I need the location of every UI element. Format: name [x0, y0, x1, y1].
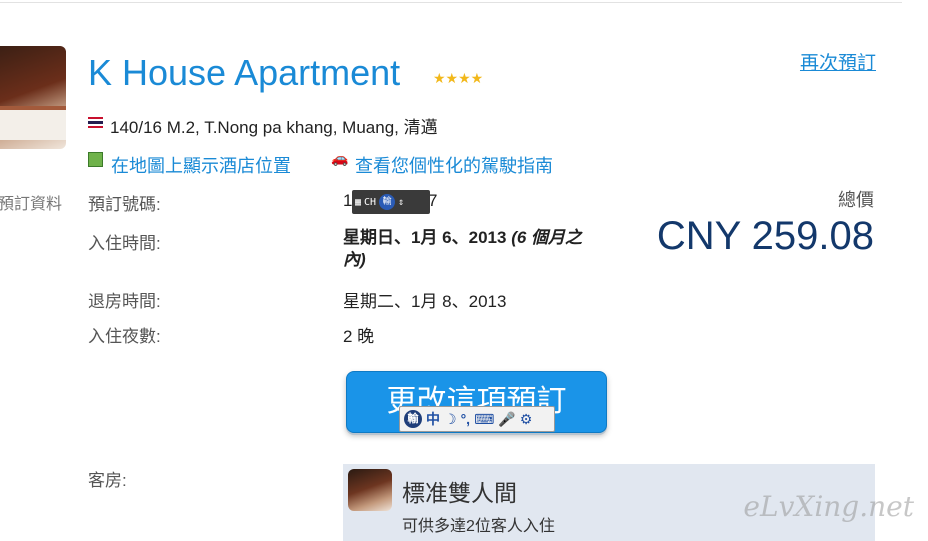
nights-label: 入住夜數:: [88, 327, 161, 346]
ime-punctuation-icon[interactable]: °,: [461, 411, 471, 427]
ime-moon-icon[interactable]: ☽: [444, 411, 457, 428]
nights-value: 2 晚: [343, 327, 375, 346]
room-label: 客房:: [88, 471, 127, 490]
ime-indicator[interactable]: ▦ CH 輸 ⇕: [352, 190, 430, 214]
hotel-thumbnail[interactable]: [0, 46, 66, 149]
checkin-date: 星期日、1月 6、2013: [343, 228, 507, 247]
room-thumbnail[interactable]: [348, 469, 392, 511]
ime-toolbar[interactable]: 輸 中 ☽ °, ⌨ 🎤 ⚙: [399, 406, 555, 432]
ime-microphone-icon[interactable]: 🎤: [498, 411, 515, 428]
ime-grip-icon: ▦: [355, 196, 362, 208]
booking-number-label: 預訂號碼:: [88, 195, 161, 214]
sidebar-label: 預訂資料: [0, 196, 63, 213]
room-capacity: 可供多達2位客人入住: [402, 518, 555, 535]
checkin-label: 入住時間:: [88, 234, 161, 253]
room-name: 標准雙人間: [402, 480, 517, 506]
ime-keyboard-icon[interactable]: ⌨: [474, 411, 494, 428]
ime-lang-text: CH: [364, 196, 377, 208]
car-icon: 🚗: [331, 150, 349, 166]
checkout-value: 星期二、1月 8、2013: [343, 292, 507, 311]
total-price: CNY 259.08: [656, 214, 874, 258]
ime-logo-icon[interactable]: 輸: [404, 410, 422, 428]
checkout-label: 退房時間:: [88, 292, 161, 311]
thailand-flag-icon: [88, 117, 103, 128]
ime-chinese-mode[interactable]: 中: [426, 409, 440, 429]
watermark: eLvXing.net: [743, 490, 914, 523]
ime-logo-icon: 輸: [379, 194, 396, 210]
map-icon: [88, 152, 103, 167]
star-rating: ★★★★: [433, 70, 484, 86]
hotel-name[interactable]: K House Apartment: [88, 52, 400, 94]
ime-settings-icon[interactable]: ⚙: [520, 411, 533, 428]
checkin-value: 星期日、1月 6、2013 (6 個月之內): [343, 227, 583, 271]
hotel-address: 140/16 M.2, T.Nong pa khang, Muang, 清邁: [110, 118, 438, 137]
driving-directions-link[interactable]: 查看您個性化的駕駛指南: [355, 152, 553, 178]
top-divider: [0, 2, 902, 3]
show-map-link[interactable]: 在地圖上顯示酒店位置: [111, 152, 291, 178]
rebook-link[interactable]: 再次預訂: [800, 48, 876, 75]
total-price-label: 總價: [838, 190, 874, 210]
ime-arrows-icon: ⇕: [398, 196, 405, 208]
